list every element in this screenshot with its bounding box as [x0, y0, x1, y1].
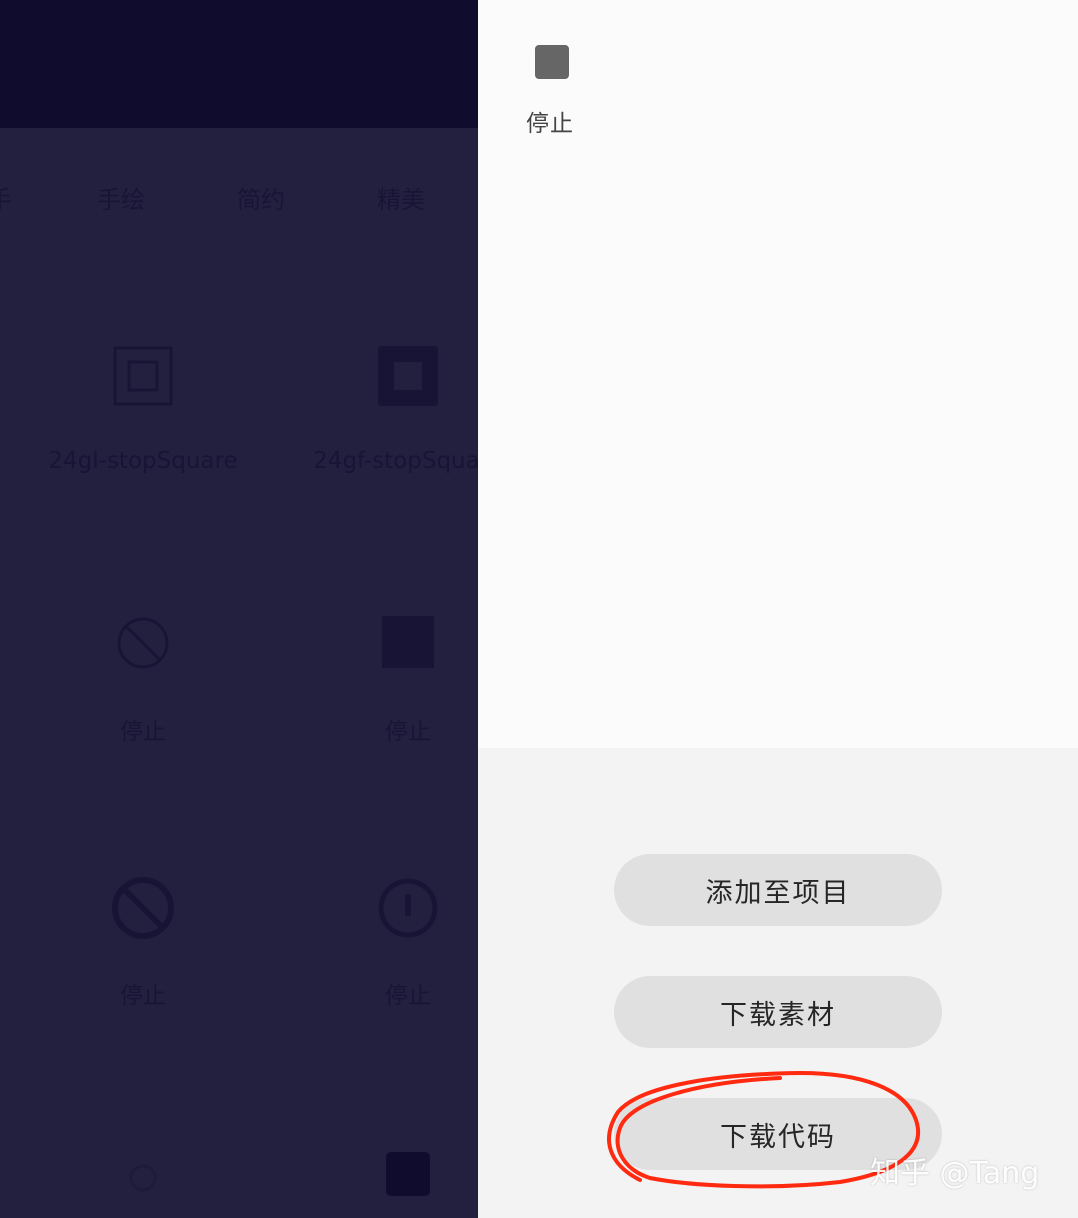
icon-name: 24gf-stopSquare — [313, 448, 478, 474]
icon-card[interactable] — [23, 1150, 263, 1218]
tab-simple[interactable]: 简约 — [237, 180, 285, 215]
icon-card[interactable]: 停止 — [23, 612, 263, 752]
add-to-project-button[interactable]: 添加至项目 — [614, 854, 942, 926]
watermark: 知乎 @Tang — [870, 1156, 1040, 1191]
stop-square-icon — [386, 1152, 430, 1196]
icon-name: 停止 — [120, 983, 166, 1009]
icon-preview-area: 停止 — [478, 0, 1078, 748]
icon-name: 24gl-stopSquare — [48, 448, 238, 474]
app-header — [0, 0, 478, 128]
stop-square-icon — [382, 616, 434, 668]
square-filled-icon — [378, 346, 438, 406]
icon-card[interactable]: 停止 — [23, 874, 263, 1014]
tab-partial[interactable]: 手 — [0, 180, 12, 215]
icon-name: 停止 — [120, 719, 166, 745]
screen: 手 手绘 简约 精美 24gl-stopSquare 24gf-stopSqua… — [0, 0, 1078, 1218]
tab-hand-drawn[interactable]: 手绘 — [97, 180, 145, 215]
prohibit-icon — [117, 617, 169, 669]
style-tabs: 手 手绘 简约 精美 — [0, 170, 478, 220]
icon-card[interactable]: 24gf-stopSquare — [288, 340, 478, 490]
tab-exquisite[interactable]: 精美 — [377, 180, 425, 215]
icon-card[interactable]: 24gl-stopSquare — [23, 340, 263, 490]
icon-card[interactable]: 停止 — [288, 612, 478, 752]
square-outline-icon — [113, 346, 173, 406]
icon-name: 停止 — [385, 983, 431, 1009]
stop-square-icon — [535, 45, 569, 79]
icon-name: 停止 — [385, 719, 431, 745]
bold-prohibit-icon — [112, 877, 174, 939]
icon-card[interactable]: 停止 — [288, 874, 478, 1014]
download-asset-button[interactable]: 下载素材 — [614, 976, 942, 1048]
circle-bar-icon — [378, 878, 438, 938]
faint-icon — [129, 1164, 157, 1192]
dimmed-background-page[interactable]: 手 手绘 简约 精美 24gl-stopSquare 24gf-stopSqua… — [0, 0, 478, 1218]
icon-title: 停止 — [526, 111, 574, 137]
icon-detail-drawer: 停止 添加至项目 下载素材 下载代码 — [478, 0, 1078, 1218]
icon-card[interactable] — [288, 1150, 478, 1218]
